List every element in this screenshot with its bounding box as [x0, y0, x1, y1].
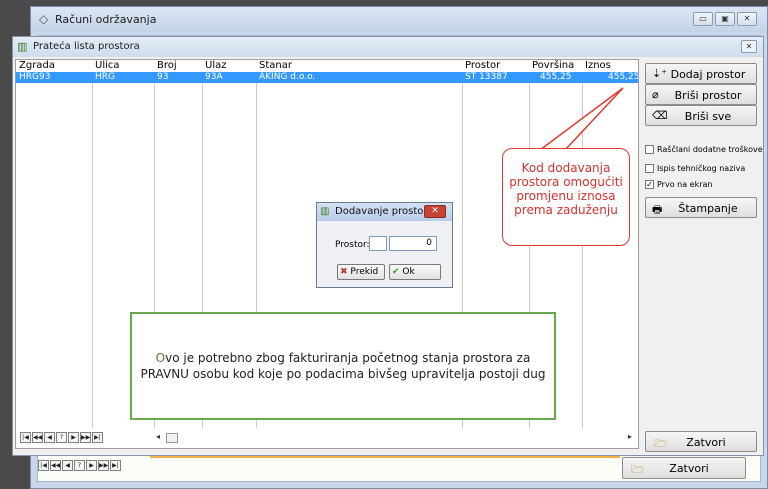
- space-number-input[interactable]: 0: [389, 236, 437, 251]
- ok-button[interactable]: ✔ Ok: [389, 264, 441, 280]
- callout-arrow: [537, 87, 624, 151]
- cancel-label: Prekid: [350, 267, 379, 277]
- annotation-callout-red: Kod dodavanja prostora omogućiti promjen…: [502, 148, 630, 246]
- annotation-first-letter: O: [155, 351, 166, 365]
- check-icon: ✔: [392, 267, 400, 277]
- annotation-callout-green: Ovo je potrebno zbog fakturiranja početn…: [130, 312, 556, 420]
- add-space-dialog: ▥ Dodavanje prostora ✕ Prostor: 0 ✖ Prek…: [316, 202, 453, 288]
- space-code-input[interactable]: [369, 236, 387, 251]
- cancel-button[interactable]: ✖ Prekid: [337, 264, 385, 280]
- ok-label: Ok: [402, 267, 415, 277]
- dialog-title: Dodavanje prostora: [335, 206, 434, 217]
- list-icon: ▥: [320, 206, 330, 217]
- space-field-label: Prostor:: [335, 240, 370, 250]
- cancel-icon: ✖: [340, 267, 348, 277]
- dialog-titlebar: ▥ Dodavanje prostora ✕: [317, 203, 452, 221]
- dialog-close-button[interactable]: ✕: [424, 205, 446, 218]
- annotation-text: vo je potrebno zbog fakturiranja početno…: [140, 351, 546, 381]
